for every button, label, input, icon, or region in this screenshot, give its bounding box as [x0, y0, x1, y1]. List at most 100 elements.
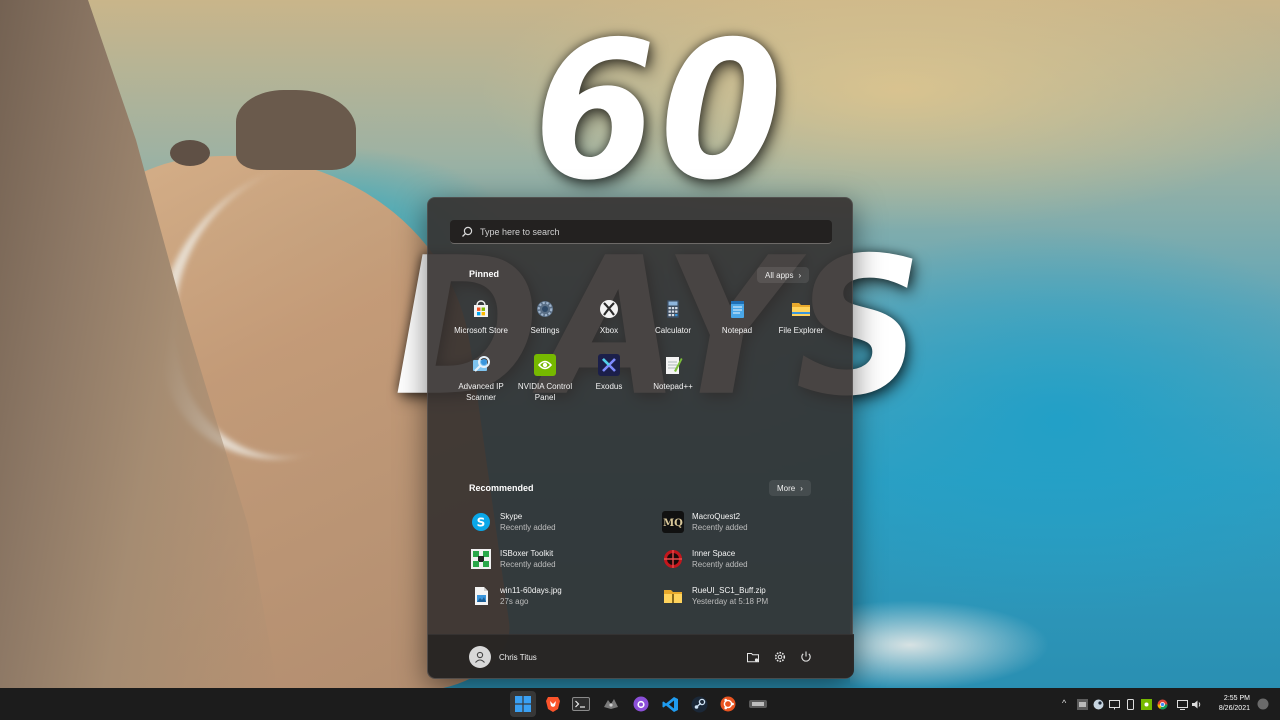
taskbar-brave-browser[interactable]: [543, 694, 563, 714]
search-icon: [462, 226, 473, 237]
app-label: Notepad: [721, 326, 753, 335]
item-subtitle: Recently added: [692, 523, 748, 532]
taskbar-game-app[interactable]: [601, 694, 621, 714]
nvidia-icon: [534, 354, 556, 376]
item-subtitle: Recently added: [500, 560, 556, 569]
macroquest-icon: MQ: [662, 511, 684, 533]
app-label: NVIDIA Control Panel: [517, 382, 573, 402]
item-name: Skype: [500, 512, 523, 521]
taskbar-terminal[interactable]: [571, 694, 591, 714]
chevron-right-icon: ›: [800, 483, 803, 493]
monitor-icon[interactable]: [1177, 699, 1188, 710]
windows-logo-icon: [515, 696, 531, 712]
search-input[interactable]: Type here to search: [450, 220, 832, 244]
item-name: win11-60days.jpg: [500, 586, 562, 595]
recommended-item-isboxer-toolkit[interactable]: ISBoxer Toolkit Recently added: [470, 548, 650, 570]
network-monitor-icon[interactable]: [1109, 699, 1120, 710]
chrome-tray-icon[interactable]: [1157, 699, 1168, 710]
more-button[interactable]: More ›: [769, 480, 811, 496]
recommended-item-skype[interactable]: S Skype Recently added: [470, 511, 650, 533]
search-placeholder: Type here to search: [480, 226, 560, 237]
ip-scanner-icon: [470, 354, 492, 376]
app-label: Notepad++: [653, 382, 693, 391]
taskbar: ^ 2:55 PM 8/26/2021: [0, 688, 1280, 720]
inner-space-icon: [662, 548, 684, 570]
wallpaper-rock-small: [170, 140, 210, 166]
phone-link-icon[interactable]: [1125, 699, 1136, 710]
folder-settings-icon[interactable]: [746, 650, 760, 664]
pinned-app-exodus[interactable]: Exodus: [577, 354, 641, 392]
pinned-app-notepad-plus-plus[interactable]: Notepad++: [641, 354, 705, 392]
github-icon: [633, 696, 649, 712]
notepad-plus-plus-icon: [662, 354, 684, 376]
app-label: File Explorer: [778, 326, 824, 335]
app-label: Calculator: [654, 326, 691, 335]
steam-icon: [691, 696, 707, 712]
taskbar-clock[interactable]: 2:55 PM 8/26/2021: [1206, 694, 1250, 714]
pinned-title: Pinned: [469, 269, 500, 279]
xbox-icon: [598, 298, 620, 320]
terminal-icon: [572, 697, 590, 711]
recommended-title: Recommended: [469, 483, 534, 493]
settings-gear-icon: [534, 298, 556, 320]
power-icon[interactable]: [799, 650, 813, 664]
wsl-icon: [749, 700, 767, 708]
taskbar-vscode[interactable]: [660, 694, 680, 714]
ubuntu-icon: [720, 696, 736, 712]
pinned-app-advanced-ip-scanner[interactable]: Advanced IP Scanner: [449, 354, 513, 403]
taskbar-wsl-app[interactable]: [748, 694, 768, 714]
steam-tray-icon[interactable]: [1093, 699, 1104, 710]
item-name: ISBoxer Toolkit: [500, 549, 554, 558]
taskbar-github-desktop[interactable]: [631, 694, 651, 714]
all-apps-button[interactable]: All apps ›: [757, 267, 810, 283]
pinned-app-file-explorer[interactable]: File Explorer: [769, 298, 833, 336]
svg-text:MQ: MQ: [663, 518, 683, 529]
user-name: Chris Titus: [499, 652, 537, 662]
item-subtitle: Recently added: [500, 523, 556, 532]
user-account-button[interactable]: Chris Titus: [469, 646, 537, 668]
pinned-app-xbox[interactable]: Xbox: [577, 298, 641, 336]
item-subtitle: Yesterday at 5:18 PM: [692, 597, 769, 606]
clock-date: 8/26/2021: [1218, 705, 1250, 712]
calculator-icon: [662, 298, 684, 320]
clock-time: 2:55 PM: [1223, 695, 1250, 702]
pinned-app-calculator[interactable]: Calculator: [641, 298, 705, 336]
recommended-item-rueui-zip[interactable]: RueUI_SC1_Buff.zip Yesterday at 5:18 PM: [662, 585, 842, 607]
app-label: Xbox: [599, 326, 619, 335]
recommended-item-inner-space[interactable]: Inner Space Recently added: [662, 548, 842, 570]
wallpaper-foam: [850, 600, 1050, 690]
tray-app-icon[interactable]: [1077, 699, 1088, 710]
skype-icon: S: [470, 511, 492, 533]
start-menu: Type here to search Pinned All apps › Mi…: [427, 197, 854, 679]
zip-folder-icon: [662, 585, 684, 607]
user-avatar-icon: [469, 646, 491, 668]
app-label: Advanced IP Scanner: [458, 382, 504, 402]
start-button[interactable]: [510, 691, 536, 717]
notification-icon[interactable]: [1257, 698, 1269, 710]
speaker-icon[interactable]: [1191, 699, 1202, 710]
app-label: Settings: [530, 326, 560, 335]
app-label: Exodus: [595, 382, 623, 391]
settings-icon[interactable]: [773, 650, 787, 664]
chevron-up-icon[interactable]: ^: [1062, 698, 1073, 709]
pinned-app-settings[interactable]: Settings: [513, 298, 577, 336]
taskbar-steam[interactable]: [689, 694, 709, 714]
item-name: Inner Space: [692, 549, 736, 558]
exodus-icon: [598, 354, 620, 376]
item-name: RueUI_SC1_Buff.zip: [692, 586, 766, 595]
image-file-icon: [470, 585, 492, 607]
svg-text:S: S: [477, 516, 486, 530]
brave-lion-icon: [546, 697, 560, 712]
item-name: MacroQuest2: [692, 512, 741, 521]
notepad-icon: [726, 298, 748, 320]
pinned-app-nvidia-control-panel[interactable]: NVIDIA Control Panel: [513, 354, 577, 403]
pinned-app-notepad[interactable]: Notepad: [705, 298, 769, 336]
dragon-game-icon: [604, 699, 618, 709]
nvidia-tray-icon[interactable]: [1141, 699, 1152, 710]
recommended-item-macroquest2[interactable]: MQ MacroQuest2 Recently added: [662, 511, 842, 533]
pinned-app-microsoft-store[interactable]: Microsoft Store: [449, 298, 513, 336]
item-subtitle: 27s ago: [500, 597, 529, 606]
recommended-item-win11-60days-jpg[interactable]: win11-60days.jpg 27s ago: [470, 585, 650, 607]
start-footer: Chris Titus: [428, 634, 854, 678]
taskbar-ubuntu[interactable]: [718, 694, 738, 714]
